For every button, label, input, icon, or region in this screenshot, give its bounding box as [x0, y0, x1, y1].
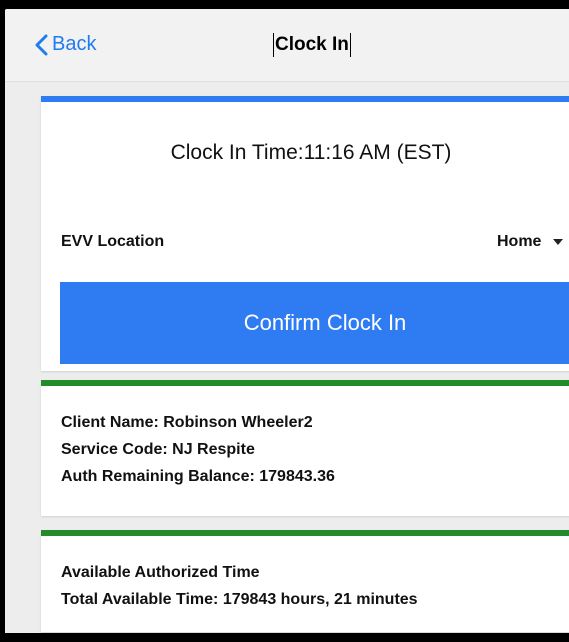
dropdown-caret-icon	[553, 239, 564, 245]
evv-location-dropdown[interactable]: Home	[497, 233, 564, 251]
auth-remaining-balance: Auth Remaining Balance: 179843.36	[61, 468, 335, 485]
clock-in-time: Clock In Time:11:16 AM (EST)	[170, 141, 452, 164]
page-title: Clock In	[273, 33, 351, 57]
client-name: Client Name: Robinson Wheeler2	[61, 414, 313, 431]
evv-location-value: Home	[497, 233, 542, 250]
confirm-clock-in-button[interactable]: Confirm Clock In	[60, 282, 569, 364]
back-label: Back	[52, 33, 97, 55]
back-button[interactable]: Back	[35, 33, 96, 56]
clock-in-card: Clock In Time:11:16 AM (EST) EVV Locatio…	[41, 96, 569, 371]
available-time-heading: Available Authorized Time	[61, 564, 260, 581]
service-code: Service Code: NJ Respite	[61, 441, 255, 458]
navigation-bar: Back Clock In	[5, 9, 569, 82]
client-info-card: Client Name: Robinson Wheeler2 Service C…	[41, 380, 569, 516]
available-time-card: Available Authorized Time Total Availabl…	[41, 530, 569, 632]
app-screen: Back Clock In Clock In Time:11:16 AM (ES…	[5, 9, 569, 633]
total-available-time: Total Available Time: 179843 hours, 21 m…	[61, 591, 418, 608]
evv-location-label: EVV Location	[61, 233, 165, 250]
chevron-left-icon	[35, 34, 48, 55]
